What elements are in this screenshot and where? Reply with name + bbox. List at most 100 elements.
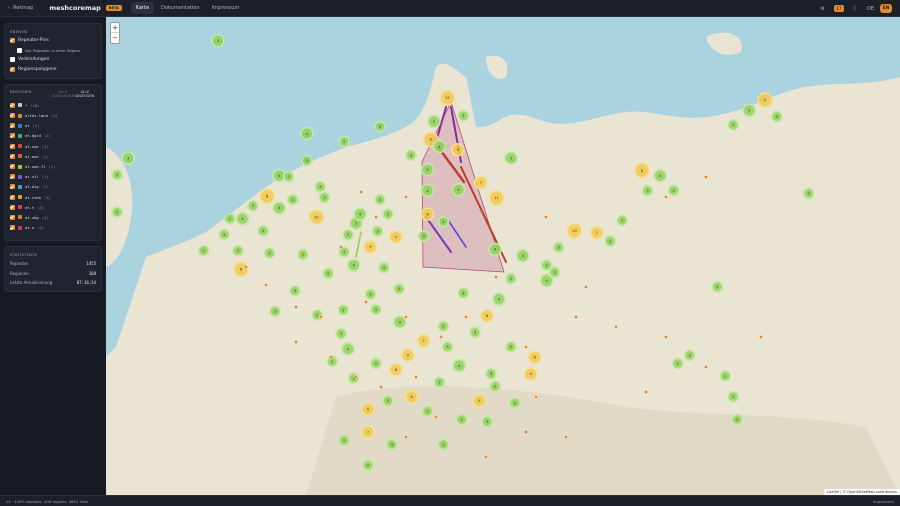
zoom-out-button[interactable]: − — [111, 33, 119, 43]
repeater-pin[interactable] — [318, 314, 324, 320]
region-row[interactable]: altes-land (4) — [10, 113, 96, 119]
layer-repeater-pins[interactable]: Repeater-Pins — [10, 38, 96, 43]
repeater-pin[interactable] — [378, 384, 384, 390]
checkbox-checked-icon[interactable] — [10, 143, 15, 149]
repeater-pin[interactable] — [243, 264, 249, 270]
avatar[interactable]: EN — [880, 4, 892, 13]
repeater-pin[interactable] — [563, 434, 569, 440]
repeater-pin[interactable] — [463, 314, 469, 320]
stat-last-update: Letzte Aktualisierung 07:16:34 — [10, 280, 96, 285]
footer-link[interactable]: Impressum — [873, 499, 894, 504]
checkbox-checked-icon[interactable] — [10, 204, 15, 210]
region-color-swatch — [18, 103, 22, 108]
region-row[interactable]: at-ooe (2) — [10, 153, 96, 159]
region-row[interactable]: at-stmk (3) — [10, 194, 96, 200]
region-row[interactable]: at-noe (4) — [10, 143, 96, 149]
show-all-button[interactable]: ALLE ANZEIGEN — [74, 90, 96, 98]
checkbox-checked-icon[interactable] — [10, 123, 15, 129]
cluster-count: 2 — [116, 210, 118, 214]
checkbox-checked-icon[interactable] — [10, 194, 15, 200]
layer-connections[interactable]: Verbindungen — [10, 57, 96, 62]
cluster-count: 2 — [116, 173, 118, 177]
layer-only-region-repeaters[interactable]: Nur Repeater in einer Region — [17, 47, 96, 53]
repeater-pin[interactable] — [403, 314, 409, 320]
repeater-pin[interactable] — [353, 374, 359, 380]
language-switch[interactable]: DE — [867, 6, 874, 12]
repeater-pin[interactable] — [663, 194, 669, 200]
tab-karte[interactable]: Karte — [130, 2, 155, 14]
repeater-pin[interactable] — [403, 194, 409, 200]
repeater-pin[interactable] — [543, 214, 549, 220]
repeater-pin[interactable] — [493, 274, 499, 280]
repeater-pin[interactable] — [338, 244, 344, 250]
repeater-pin[interactable] — [363, 299, 369, 305]
region-count: (3) — [37, 204, 45, 210]
map-canvas[interactable]: 3125284937541162342325322432834102 432325… — [106, 17, 900, 495]
cluster-count: 3 — [343, 250, 345, 254]
checkbox-unchecked-icon[interactable] — [10, 57, 15, 62]
region-count: (2) — [44, 133, 51, 139]
back-link[interactable]: ‹ Rekmap — [8, 5, 33, 11]
checkbox-unchecked-icon[interactable] — [17, 47, 22, 53]
region-row[interactable]: * (28) — [10, 102, 96, 108]
layer-region-polygons[interactable]: Regionspolygone — [10, 66, 96, 72]
checkbox-checked-icon[interactable] — [10, 184, 15, 190]
map-view[interactable]: 3 12 5 2 8 4 9 3 7 5 4 11 6 2 3 4 2 3 2 5 3 2 2 4 3 2 8 3 4 10 2 4 3 2 3 2 5… — [106, 17, 900, 495]
repeater-pin[interactable] — [583, 284, 589, 290]
region-row[interactable]: at-vbg (3) — [10, 214, 96, 220]
checkbox-checked-icon[interactable] — [10, 133, 15, 139]
repeater-pin[interactable] — [613, 324, 619, 330]
tab-dokumentation[interactable]: Dokumentation — [156, 2, 205, 14]
checkbox-checked-icon[interactable] — [10, 174, 15, 180]
repeater-pin[interactable] — [403, 434, 409, 440]
repeater-pin[interactable] — [293, 339, 299, 345]
repeater-pin[interactable] — [703, 174, 709, 180]
moon-icon[interactable]: ☾ — [850, 3, 861, 14]
repeater-pin[interactable] — [758, 334, 764, 340]
checkbox-checked-icon[interactable] — [10, 153, 15, 159]
cluster-count: 3 — [736, 418, 738, 422]
notification-badge[interactable]: 17 — [833, 5, 844, 12]
repeater-pin[interactable] — [483, 454, 489, 460]
repeater-pin[interactable] — [413, 374, 419, 380]
checkbox-checked-icon[interactable] — [10, 113, 15, 119]
region-row[interactable]: at-t (3) — [10, 204, 96, 210]
region-count: (3) — [44, 194, 51, 200]
region-count: (28) — [30, 102, 40, 108]
repeater-pin[interactable] — [438, 334, 444, 340]
tab-impressum[interactable]: Impressum — [207, 2, 245, 14]
checkbox-checked-icon[interactable] — [10, 102, 15, 108]
stats-title: STATISTIKEN — [10, 252, 38, 258]
repeater-pin[interactable] — [523, 429, 529, 435]
repeater-pin[interactable] — [328, 354, 334, 360]
region-row[interactable]: at-bgld (2) — [10, 133, 96, 139]
region-row[interactable]: at-dig (2) — [10, 184, 96, 190]
repeater-pin[interactable] — [663, 334, 669, 340]
repeater-pin[interactable] — [373, 214, 379, 220]
checkbox-checked-icon[interactable] — [10, 225, 15, 231]
repeater-pin[interactable] — [293, 304, 299, 310]
hide-all-button[interactable]: ALLE AUSBLENDEN — [52, 90, 77, 98]
repeater-pin[interactable] — [523, 344, 529, 350]
region-name: at-w — [25, 225, 35, 231]
zoom-in-button[interactable]: + — [111, 23, 119, 33]
checkbox-checked-icon[interactable] — [10, 38, 15, 43]
repeater-pin[interactable] — [358, 189, 364, 195]
checkbox-checked-icon[interactable] — [10, 66, 15, 72]
repeater-pin[interactable] — [533, 394, 539, 400]
region-row[interactable]: at (4) — [10, 123, 96, 129]
region-color-swatch — [18, 154, 22, 159]
cluster-count: 7 — [367, 430, 369, 434]
region-row[interactable]: at-stl (1) — [10, 174, 96, 180]
checkbox-checked-icon[interactable] — [10, 164, 15, 170]
repeater-pin[interactable] — [263, 282, 269, 288]
cluster-count: 3 — [688, 354, 690, 358]
repeater-pin[interactable] — [433, 414, 439, 420]
region-row[interactable]: at-ooe-fl (1) — [10, 164, 96, 170]
checkbox-checked-icon[interactable] — [10, 214, 15, 220]
repeater-pin[interactable] — [573, 314, 579, 320]
repeater-pin[interactable] — [703, 364, 709, 370]
region-row[interactable]: at-w (3) — [10, 225, 96, 231]
repeater-pin[interactable] — [643, 389, 649, 395]
settings-icon[interactable]: ⚙ — [817, 3, 828, 14]
